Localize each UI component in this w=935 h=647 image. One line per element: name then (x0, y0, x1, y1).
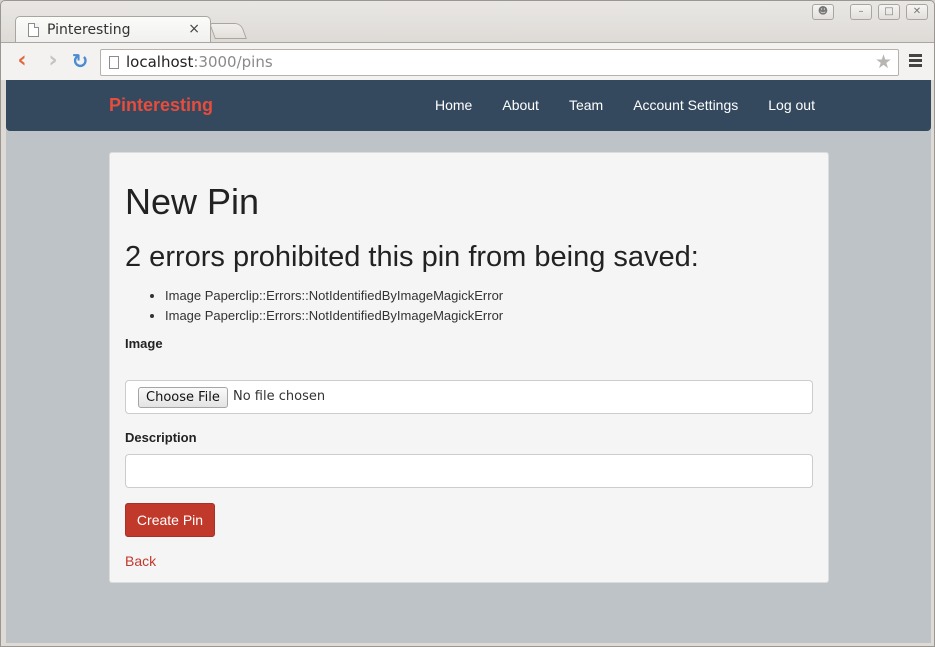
browser-tab[interactable]: Pinteresting × (15, 16, 211, 43)
no-file-text: No file chosen (233, 389, 326, 404)
tab-title: Pinteresting (47, 22, 131, 38)
page-viewport: Pinteresting Home About Team Account Set… (6, 80, 931, 643)
nav-account-settings[interactable]: Account Settings (618, 80, 753, 130)
brand-link[interactable]: Pinteresting (109, 95, 213, 116)
star-icon[interactable]: ★ (875, 51, 892, 73)
image-file-field[interactable]: Choose File No file chosen (125, 380, 813, 414)
minimize-icon[interactable]: – (850, 4, 872, 20)
profile-icon[interactable]: ☻ (812, 4, 834, 20)
window-close-icon[interactable]: ✕ (906, 4, 928, 20)
description-input[interactable] (125, 454, 813, 488)
page-title: New Pin (125, 181, 260, 222)
site-navbar: Pinteresting Home About Team Account Set… (6, 80, 931, 131)
nav-log-out[interactable]: Log out (753, 80, 830, 130)
image-label: Image (125, 336, 163, 351)
menu-icon[interactable] (909, 54, 922, 68)
address-bar[interactable]: localhost:3000/pins ★ (100, 49, 899, 76)
close-icon[interactable]: × (188, 21, 200, 37)
new-pin-panel: New Pin 2 errors prohibited this pin fro… (109, 152, 829, 583)
browser-window: Pinteresting × ☻ – □ ✕ ‹ › ↻ localhost:3… (0, 0, 935, 647)
tab-strip: Pinteresting × ☻ – □ ✕ (1, 1, 934, 43)
nav-about[interactable]: About (487, 80, 554, 130)
choose-file-button[interactable]: Choose File (138, 387, 228, 408)
error-heading: 2 errors prohibited this pin from being … (125, 241, 699, 273)
browser-toolbar: ‹ › ↻ localhost:3000/pins ★ (1, 42, 934, 80)
reload-icon[interactable]: ↻ (69, 51, 91, 73)
nav-team[interactable]: Team (554, 80, 618, 130)
window-controls: ☻ – □ ✕ (812, 4, 928, 20)
url-text[interactable]: localhost:3000/pins (126, 53, 273, 71)
nav-links: Home About Team Account Settings Log out (420, 80, 830, 130)
new-tab-button[interactable] (209, 23, 247, 39)
nav-home[interactable]: Home (420, 80, 487, 130)
error-list: Image Paperclip::Errors::NotIdentifiedBy… (165, 286, 503, 326)
error-item: Image Paperclip::Errors::NotIdentifiedBy… (165, 286, 503, 306)
create-pin-button[interactable]: Create Pin (125, 503, 215, 537)
maximize-icon[interactable]: □ (878, 4, 900, 20)
page-icon (28, 23, 39, 37)
url-path: :3000/pins (193, 53, 273, 71)
error-item: Image Paperclip::Errors::NotIdentifiedBy… (165, 306, 503, 326)
forward-arrow-icon[interactable]: › (42, 50, 64, 73)
page-icon (109, 56, 119, 69)
url-host: localhost (126, 53, 194, 71)
back-arrow-icon[interactable]: ‹ (11, 50, 33, 73)
back-link[interactable]: Back (125, 553, 156, 569)
description-label: Description (125, 430, 197, 445)
